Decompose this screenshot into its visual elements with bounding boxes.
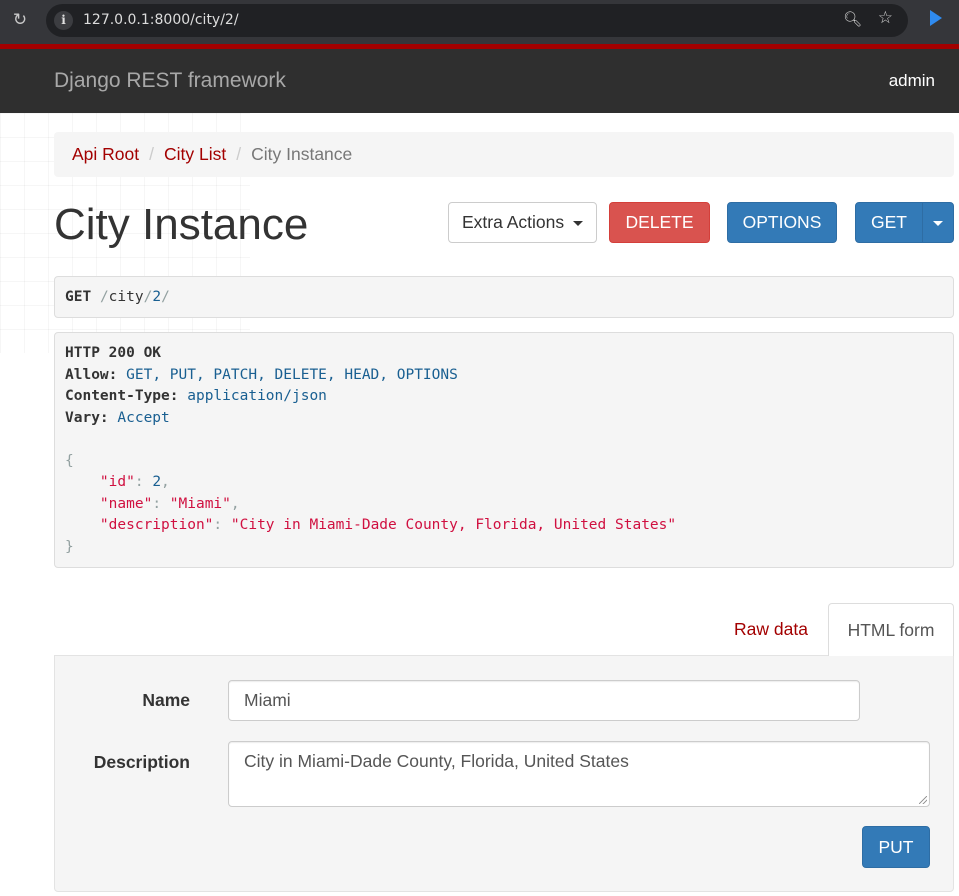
info-icon[interactable]: i [54, 11, 73, 30]
address-bar[interactable]: i 127.0.0.1:8000/city/2/ 🔍︎ ☆ [46, 4, 908, 37]
breadcrumb-active: City Instance [251, 144, 353, 164]
get-format-dropdown[interactable] [922, 202, 954, 243]
response-info: HTTP 200 OK Allow: GET, PUT, PATCH, DELE… [54, 332, 954, 568]
url-text[interactable]: 127.0.0.1:8000/city/2/ [83, 12, 239, 28]
delete-button[interactable]: DELETE [609, 202, 710, 243]
user-menu[interactable]: admin [889, 71, 935, 91]
options-button[interactable]: OPTIONS [727, 202, 837, 243]
zoom-icon[interactable]: 🔍︎ [843, 10, 862, 28]
page-title: City Instance [54, 200, 309, 249]
response-spacer [65, 429, 943, 451]
response-header-vary: Vary: Accept [65, 409, 170, 426]
navbar: Django REST framework admin [0, 49, 959, 113]
html-form: Name Miami Description City in Miami-Dad… [54, 655, 954, 892]
json-field-description: "description": "City in Miami-Dade Count… [99, 517, 677, 533]
breadcrumb-city-list[interactable]: City List [164, 144, 226, 164]
json-field-id: "id": 2, [99, 474, 170, 490]
description-text: City in Miami-Dade County, Florida, Unit… [244, 751, 629, 771]
description-label: Description [93, 752, 190, 772]
request-info: GET /city/2/ [54, 276, 954, 318]
bookmark-star-icon[interactable]: ☆ [878, 8, 893, 28]
response-status: HTTP 200 OK [65, 345, 162, 361]
resize-handle-icon[interactable] [919, 796, 927, 804]
name-label: Name [142, 690, 190, 710]
browser-toolbar: ↻ i 127.0.0.1:8000/city/2/ 🔍︎ ☆ [0, 0, 959, 44]
breadcrumb-separator: / [236, 144, 242, 164]
extra-actions-button[interactable]: Extra Actions [448, 202, 597, 243]
brand-link[interactable]: Django REST framework [54, 69, 286, 93]
get-button[interactable]: GET [855, 202, 923, 243]
name-input[interactable]: Miami [228, 680, 860, 721]
request-method: GET [65, 289, 92, 305]
extension-icon[interactable] [930, 10, 942, 26]
reload-icon[interactable]: ↻ [11, 11, 29, 29]
response-header-allow: Allow: GET, PUT, PATCH, DELETE, HEAD, OP… [65, 366, 458, 383]
extra-actions-label: Extra Actions [461, 212, 565, 232]
caret-down-icon [573, 220, 583, 226]
description-textarea[interactable]: City in Miami-Dade County, Florida, Unit… [228, 741, 930, 807]
tab-raw-data[interactable]: Raw data [734, 619, 808, 640]
caret-down-icon [933, 220, 943, 226]
put-button[interactable]: PUT [862, 826, 930, 868]
breadcrumb-api-root[interactable]: Api Root [72, 144, 139, 164]
json-open-brace: { [65, 452, 74, 469]
json-field-name: "name": "Miami", [99, 495, 240, 512]
tab-html-form[interactable]: HTML form [828, 603, 954, 656]
breadcrumb: Api Root / City List / City Instance [54, 132, 954, 177]
response-header-content-type: Content-Type: application/json [65, 388, 327, 404]
request-path: /city/2/ [99, 289, 170, 305]
breadcrumb-separator: / [149, 144, 154, 164]
json-close-brace: } [65, 538, 74, 555]
